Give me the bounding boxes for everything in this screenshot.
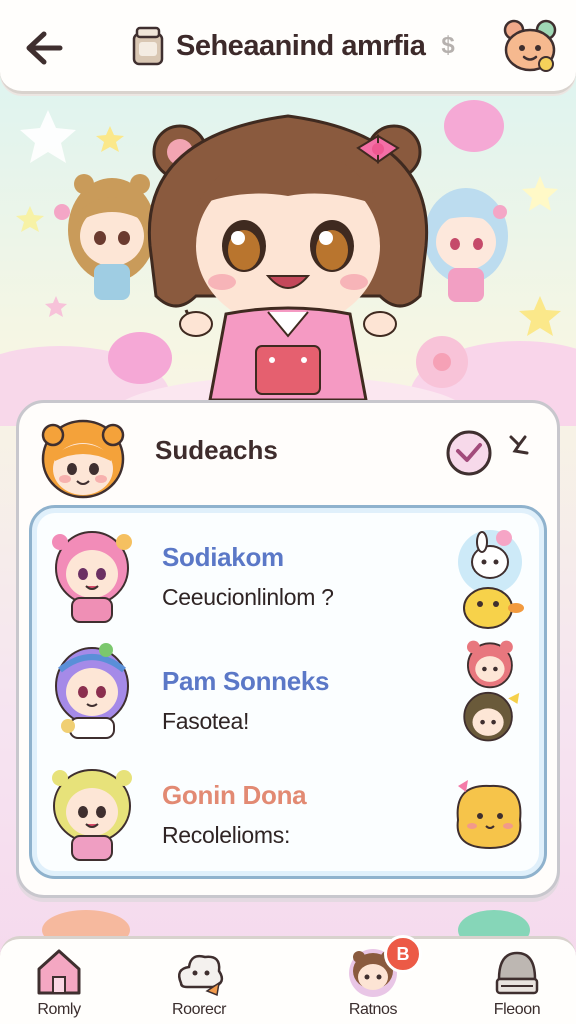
header-title: Seheaanind amrfia $ <box>130 24 455 68</box>
list-item[interactable]: Gonin Dona Recolelioms: <box>32 758 544 878</box>
purple-girl-avatar <box>55 643 129 739</box>
nav-label: Romly <box>37 1001 81 1018</box>
nav-label: Fleoon <box>493 1001 541 1018</box>
pink-girl-avatar <box>52 531 132 623</box>
chat-name: Gonin Dona <box>162 780 307 810</box>
chat-list: Sodiakom Ceeucionlinlom ? Pam Sonneks Fa… <box>29 505 547 879</box>
chat-subtitle: Recolelioms: <box>162 822 291 848</box>
title-suffix: $ <box>441 32 455 59</box>
hero-illustration <box>0 100 576 426</box>
heart-check-icon[interactable] <box>445 429 493 477</box>
nav-label: Roorecr <box>171 1001 227 1018</box>
mini-girls-sticker <box>463 640 520 742</box>
home-icon <box>37 949 81 995</box>
bear-avatar-icon[interactable] <box>500 16 560 76</box>
chat-name: Pam Sonneks <box>162 666 330 696</box>
card-title: Sudeachs <box>155 435 278 465</box>
nav-label: Ratnos <box>348 1001 398 1018</box>
nav-fleoon[interactable]: Fleoon <box>462 943 572 1024</box>
chat-subtitle: Ceeucionlinlom ? <box>162 584 334 610</box>
jar-icon <box>132 26 164 66</box>
list-item[interactable]: Sodiakom Ceeucionlinlom ? <box>32 516 544 636</box>
app-header: Seheaanind amrfia $ <box>0 0 576 94</box>
page-title: Seheaanind amrfia <box>176 29 426 62</box>
cloud-pet-icon <box>178 954 224 997</box>
nav-ratnos[interactable]: B Ratnos <box>318 935 428 1024</box>
peek-decoration <box>42 910 530 940</box>
bottom-nav: Romly Roorecr B Ratnos Fleoon <box>0 935 576 1024</box>
sparkle-icon[interactable] <box>505 431 533 459</box>
chat-subtitle: Fasotea! <box>162 708 250 734</box>
blonde-girl-avatar <box>52 769 132 861</box>
card-header: Sudeachs <box>19 403 557 503</box>
notification-badge: B <box>384 935 422 973</box>
list-item[interactable]: Pam Sonneks Fasotea! <box>32 636 544 756</box>
nav-home[interactable]: Romly <box>4 943 114 1024</box>
bunny-duck-sticker <box>458 530 524 629</box>
yellow-blob-sticker <box>456 780 522 850</box>
nav-cloud[interactable]: Roorecr <box>144 943 254 1024</box>
chat-name: Sodiakom <box>162 542 284 572</box>
arrow-left-icon <box>26 31 63 65</box>
chat-card: Sudeachs Sodiakom Ceeucionlinlom ? Pam S… <box>16 400 560 898</box>
bell-jar-icon <box>495 951 539 995</box>
orange-bear-avatar <box>41 419 125 499</box>
back-button[interactable] <box>16 20 72 76</box>
